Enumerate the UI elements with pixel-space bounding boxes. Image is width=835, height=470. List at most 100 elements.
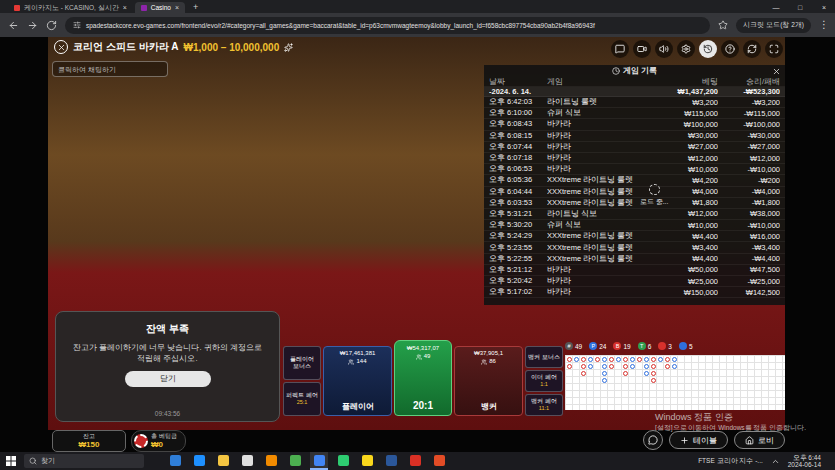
bookmark-star-icon[interactable] — [718, 20, 728, 30]
player-bet-spot[interactable]: ₩17,461,381144플레이어 — [323, 346, 392, 416]
history-row[interactable]: 오후 6:03:53XXXtreme 라이트닝 룰렛₩1,800-₩1,800 — [484, 198, 785, 209]
url-field[interactable]: spadestackcore.evo-games.com/frontend/ev… — [65, 17, 710, 34]
new-tab-button[interactable]: + — [193, 2, 198, 13]
history-row[interactable]: 오후 6:08:15바카라₩30,000-₩30,000 — [484, 131, 785, 142]
game-header: 코리언 스피드 바카라 A₩1,000 – 10,000,000 — [54, 40, 293, 54]
close-button[interactable]: 닫기 — [125, 371, 211, 387]
history-row[interactable]: 오후 5:17:02바카라₩150,000₩142,500 — [484, 287, 785, 298]
table-button[interactable]: 테이블 — [669, 431, 728, 449]
taskbar-app[interactable] — [358, 452, 376, 470]
date-row[interactable]: -2024. 6. 14.₩1,437,200-₩523,300 — [484, 87, 785, 97]
close-icon[interactable] — [772, 67, 781, 76]
roadmap-column — [643, 356, 650, 409]
toolbar-button[interactable] — [655, 40, 673, 58]
roadmap-mark — [581, 364, 586, 369]
side-bet-spot[interactable]: 이더 페어1:1 — [525, 370, 563, 392]
toolbar-button[interactable] — [721, 40, 739, 58]
history-row[interactable]: 오후 6:06:53바카라₩10,000-₩10,000 — [484, 164, 785, 175]
lobby-button[interactable]: 로비 — [734, 431, 785, 449]
banker-bet-spot[interactable]: ₩37,905,186뱅커 — [454, 346, 523, 416]
toolbar-button[interactable] — [765, 40, 783, 58]
roadmap-mark — [665, 364, 670, 369]
taskbar-app[interactable] — [430, 452, 448, 470]
taskbar-app[interactable] — [286, 452, 304, 470]
site-info-icon[interactable] — [73, 21, 81, 29]
close-icon — [57, 43, 66, 52]
taskbar-app[interactable] — [190, 452, 208, 470]
history-row[interactable]: 오후 5:21:12바카라₩50,000₩47,500 — [484, 265, 785, 276]
taskbar-app[interactable] — [406, 452, 424, 470]
history-row[interactable]: 오후 6:05:36XXXtreme 라이트닝 룰렛₩4,200-₩200 — [484, 175, 785, 186]
road-stats: #49P24B19T635 — [565, 342, 693, 350]
history-row[interactable]: 오후 5:30:20슈퍼 식보₩10,000-₩10,000 — [484, 220, 785, 231]
reload-icon[interactable] — [46, 20, 57, 31]
windows-logo-icon[interactable] — [6, 456, 16, 466]
toolbar-button[interactable] — [699, 40, 717, 58]
roadmap-column — [657, 356, 664, 409]
roadmap-mark — [588, 364, 593, 369]
tab-label: Casino — [151, 4, 171, 12]
toolbar-button[interactable] — [677, 40, 695, 58]
profile-button[interactable]: 시크릿 모드(창 2개) — [736, 18, 811, 33]
history-row[interactable]: 오후 5:20:42바카라₩25,000-₩25,000 — [484, 276, 785, 287]
nav-buttons: 테이블 로비 — [643, 430, 785, 450]
window-control-button[interactable]: □ — [789, 2, 811, 13]
window-control-button[interactable]: × — [813, 2, 835, 13]
side-bet-spot[interactable]: 뱅커 페어11:1 — [525, 394, 563, 416]
chat-button[interactable] — [643, 430, 663, 450]
history-row[interactable]: 오후 6:10:00슈퍼 식보₩115,000-₩115,000 — [484, 108, 785, 119]
side-bet-spot[interactable]: 퍼펙트 페어25:1 — [283, 382, 321, 416]
stat-badge: # — [565, 342, 573, 350]
taskbar-clock[interactable]: 오후 6:442024-06-14 — [788, 454, 829, 469]
chat-input[interactable] — [52, 61, 168, 77]
roadmap-column — [664, 356, 671, 409]
tie-bet-spot[interactable]: ₩54,317,074920:1 — [394, 340, 452, 416]
toolbar-button[interactable] — [611, 40, 629, 58]
toolbar-button[interactable] — [743, 40, 761, 58]
stat-item: P24 — [589, 342, 606, 350]
tab-close-button[interactable]: × — [123, 4, 127, 12]
tray-chevron-icon[interactable] — [771, 457, 780, 466]
taskbar-app[interactable] — [238, 452, 256, 470]
side-bet-spot[interactable]: 플레이어 보너스 — [283, 346, 321, 380]
taskbar-app[interactable] — [310, 452, 328, 470]
browser-menu-button[interactable]: ⋮ — [819, 19, 829, 31]
history-row[interactable]: 오후 5:23:55XXXtreme 라이트닝 룰렛₩3,400-₩3,400 — [484, 242, 785, 253]
back-icon[interactable] — [8, 20, 19, 31]
history-row[interactable]: 오후 6:08:43바카라₩100,000-₩100,000 — [484, 119, 785, 130]
stat-item: 5 — [679, 342, 693, 350]
toolbar-button[interactable] — [633, 40, 651, 58]
low-balance-dialog: 잔액 부족잔고가 플레이하기에 너무 낮습니다. 귀하의 계정으로 적립해 주십… — [55, 311, 280, 422]
exit-button[interactable] — [54, 40, 68, 54]
roadmap-mark — [665, 357, 670, 362]
history-row[interactable]: 오후 5:24:29XXXtreme 라이트닝 룰렛₩4,400₩16,000 — [484, 231, 785, 242]
browser-tab[interactable]: 케이카지노 - KCASINO, 실시간× — [8, 2, 133, 13]
history-row[interactable]: 오후 6:07:18바카라₩12,000₩12,000 — [484, 153, 785, 164]
history-row[interactable]: 오후 6:42:03라이트닝 룰렛₩3,200-₩3,200 — [484, 97, 785, 108]
tray-widget[interactable]: FTSE 코리아 지수 -... — [698, 457, 763, 466]
roadmap-mark — [651, 357, 656, 362]
history-row[interactable]: 오후 5:22:55XXXtreme 라이트닝 룰렛₩4,400-₩4,400 — [484, 254, 785, 265]
game-toolbar — [611, 40, 783, 58]
roadmap-mark — [567, 357, 572, 362]
side-bet-spot[interactable]: 뱅커 보너스 — [525, 346, 563, 368]
taskbar-search[interactable]: 찾기 — [24, 454, 144, 468]
browser-tab[interactable]: Casino × — [135, 2, 185, 13]
history-row[interactable]: 오후 6:04:44XXXtreme 라이트닝 룰렛₩4,000-₩4,000 — [484, 187, 785, 198]
roadmap-column — [615, 356, 622, 409]
roadmap-mark — [623, 357, 628, 362]
window-control-button[interactable]: — — [765, 2, 787, 13]
history-row[interactable]: 오후 5:31:21라이트닝 식보₩12,000₩38,000 — [484, 209, 785, 220]
forward-icon[interactable] — [27, 20, 38, 31]
stat-item: B19 — [613, 342, 630, 350]
stat-item: 3 — [658, 342, 672, 350]
history-row[interactable]: 오후 6:07:44바카라₩27,000-₩27,000 — [484, 142, 785, 153]
roadmap-mark — [595, 357, 600, 362]
taskbar-app[interactable] — [262, 452, 280, 470]
tab-close-button[interactable]: × — [175, 4, 179, 12]
roadmap[interactable] — [565, 355, 785, 410]
taskbar-app[interactable] — [166, 452, 184, 470]
taskbar-app[interactable] — [214, 452, 232, 470]
taskbar-app[interactable] — [382, 452, 400, 470]
taskbar-app[interactable] — [334, 452, 352, 470]
